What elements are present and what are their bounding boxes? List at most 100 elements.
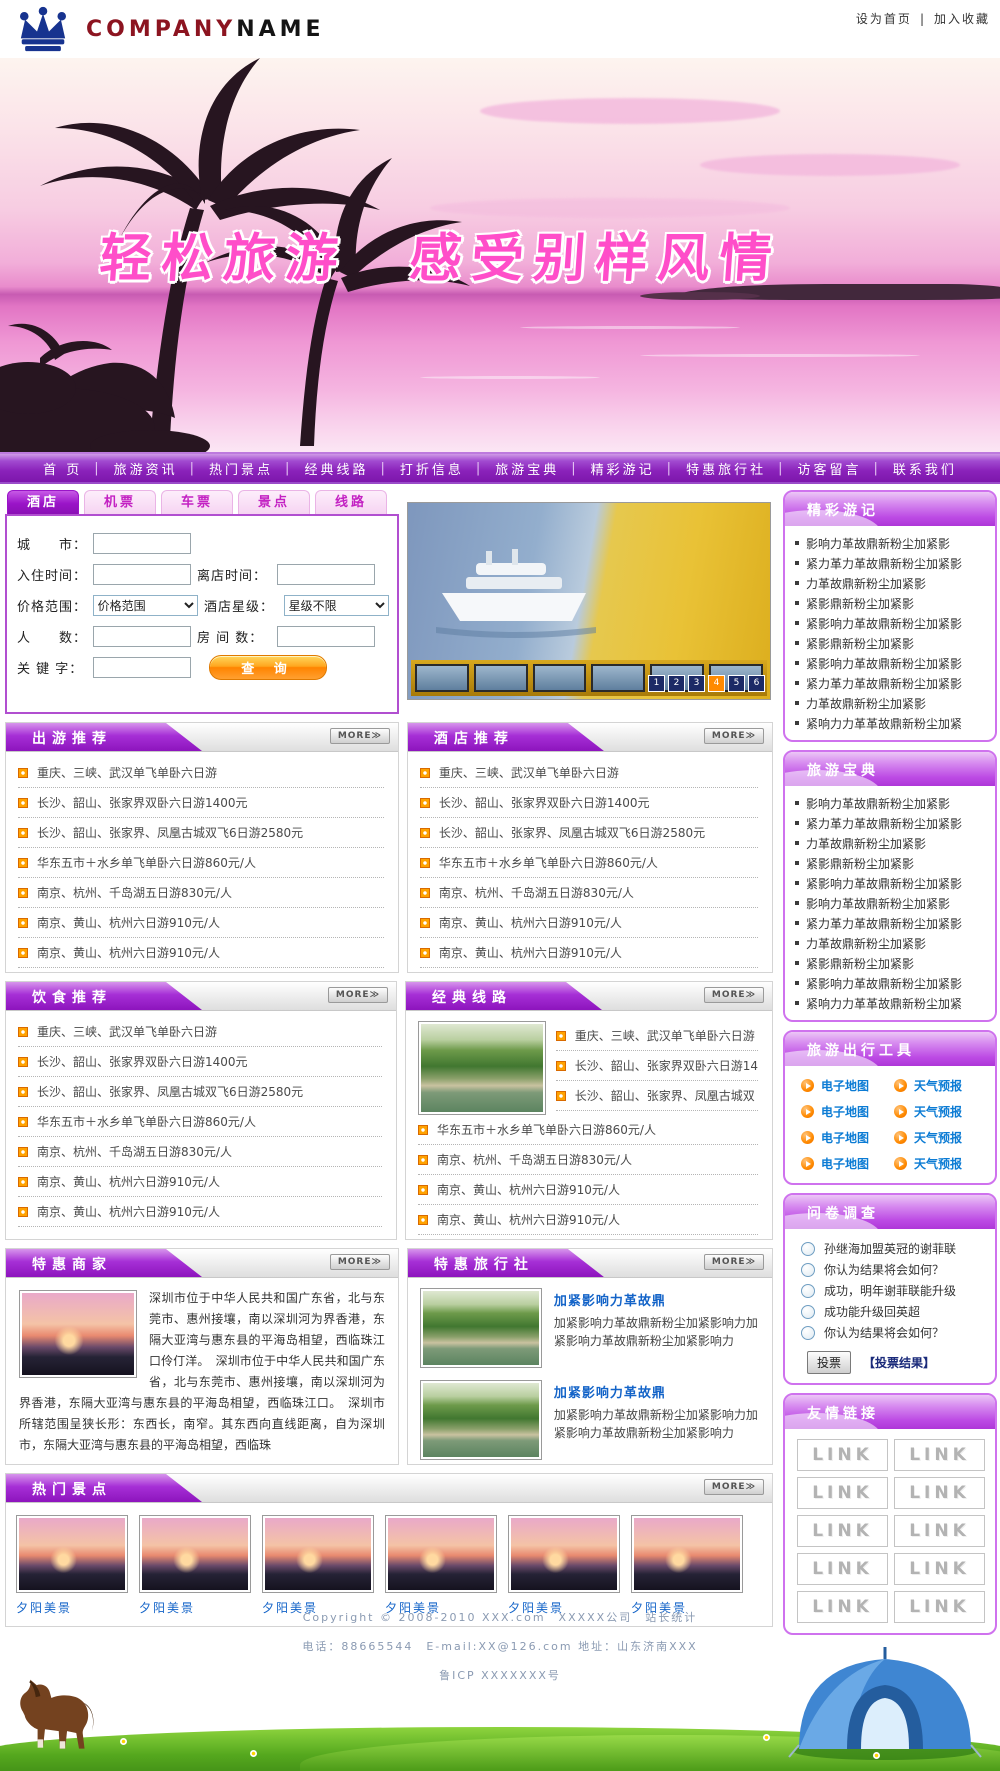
list-item[interactable]: 南京、黄山、杭州六日游910元/人 (418, 1205, 758, 1235)
list-item[interactable]: 南京、杭州、千岛湖五日游830元/人 (18, 878, 384, 908)
list-item[interactable]: 长沙、韶山、张家界、凤凰古城双飞6日游2580元 (18, 1077, 382, 1107)
sidebar-list-item[interactable]: 力革故鼎新粉尘加紧影 (795, 573, 987, 593)
friend-link[interactable]: LINK (797, 1515, 888, 1547)
friend-link[interactable]: LINK (894, 1553, 985, 1585)
sidebar-list-item[interactable]: 紧响力力革革故鼎新粉尘加紧 (795, 993, 987, 1013)
nav-item[interactable]: 旅游宝典 (495, 459, 559, 478)
sidebar-list-item[interactable]: 紧力革力革故鼎新粉尘加紧影 (795, 673, 987, 693)
slideshow-page[interactable]: 3 (688, 675, 705, 692)
slideshow-page[interactable]: 2 (668, 675, 685, 692)
list-item[interactable]: 南京、黄山、杭州六日游910元/人 (18, 908, 384, 938)
list-item[interactable]: 南京、杭州、千岛湖五日游830元/人 (418, 1145, 758, 1175)
tool-link[interactable]: 天气预报 (894, 1103, 987, 1120)
sidebar-list-item[interactable]: 紧影响力革故鼎新粉尘加紧影 (795, 613, 987, 633)
radio-button[interactable] (801, 1326, 815, 1340)
nav-item[interactable]: 访客留言 (797, 459, 861, 478)
vote-button[interactable]: 投票 (807, 1351, 851, 1374)
agency-photo[interactable] (420, 1288, 542, 1368)
slideshow-page[interactable]: 1 (648, 675, 665, 692)
top-link[interactable]: 设为首页 (856, 10, 912, 27)
sidebar-list-item[interactable]: 紧影鼎新粉尘加紧影 (795, 593, 987, 613)
list-item[interactable]: 南京、黄山、杭州六日游910元/人 (418, 1175, 758, 1205)
more-button[interactable]: MORE≫ (328, 987, 388, 1003)
list-item[interactable]: 南京、黄山、杭州六日游910元/人 (18, 1197, 382, 1227)
slideshow-page[interactable]: 4 (708, 675, 725, 692)
more-button[interactable]: MORE≫ (330, 1254, 390, 1270)
friend-link[interactable]: LINK (797, 1477, 888, 1509)
nav-item[interactable]: 特惠旅行社 (686, 459, 766, 478)
tool-link[interactable]: 电子地图 (801, 1155, 894, 1172)
nav-item[interactable]: 热门景点 (209, 459, 273, 478)
list-item[interactable]: 华东五市＋水乡单飞单卧六日游860元/人 (18, 1107, 382, 1137)
list-item[interactable]: 长沙、韶山、张家界双卧六日游1400元 (18, 1047, 382, 1077)
rooms-input[interactable] (277, 626, 375, 647)
friend-link[interactable]: LINK (894, 1439, 985, 1471)
sidebar-list-item[interactable]: 力革故鼎新粉尘加紧影 (795, 833, 987, 853)
classic-route-photo[interactable] (418, 1021, 546, 1115)
more-button[interactable]: MORE≫ (704, 1479, 764, 1495)
radio-button[interactable] (801, 1242, 815, 1256)
more-button[interactable]: MORE≫ (704, 1254, 764, 1270)
sidebar-list-item[interactable]: 影响力革故鼎新粉尘加紧影 (795, 793, 987, 813)
more-button[interactable]: MORE≫ (704, 987, 764, 1003)
friend-link[interactable]: LINK (797, 1439, 888, 1471)
list-item[interactable]: 南京、杭州、千岛湖五日游830元/人 (18, 1137, 382, 1167)
more-button[interactable]: MORE≫ (330, 728, 390, 744)
nav-item[interactable]: 旅游资讯 (114, 459, 178, 478)
sidebar-list-item[interactable]: 影响力革故鼎新粉尘加紧影 (795, 533, 987, 553)
list-item[interactable]: 长沙、韶山、张家界双卧六日游1400元 (18, 788, 384, 818)
tool-link[interactable]: 电子地图 (801, 1103, 894, 1120)
friend-link[interactable]: LINK (894, 1515, 985, 1547)
tool-link[interactable]: 天气预报 (894, 1077, 987, 1094)
agency-title[interactable]: 加紧影响力革故鼎 (554, 1290, 760, 1309)
nav-item[interactable]: 首 页 (43, 459, 82, 478)
search-tab[interactable]: 酒店 (7, 490, 79, 514)
slideshow-page[interactable]: 6 (748, 675, 765, 692)
list-item[interactable]: 南京、黄山、杭州六日游910元/人 (420, 938, 758, 968)
sidebar-list-item[interactable]: 紧影鼎新粉尘加紧影 (795, 853, 987, 873)
list-item[interactable]: 长沙、韶山、张家界双卧六日游14 (556, 1051, 758, 1081)
tool-link[interactable]: 天气预报 (894, 1129, 987, 1146)
vote-result-link[interactable]: 【投票结果】 (863, 1354, 935, 1371)
people-input[interactable] (93, 626, 191, 647)
list-item[interactable]: 长沙、韶山、张家界、凤凰古城双 (556, 1081, 758, 1111)
tool-link[interactable]: 电子地图 (801, 1129, 894, 1146)
list-item[interactable]: 重庆、三峡、武汉单飞单卧六日游 (18, 1017, 382, 1047)
search-tab[interactable]: 车票 (161, 490, 233, 514)
list-item[interactable]: 南京、杭州、千岛湖五日游830元/人 (420, 878, 758, 908)
agency-photo[interactable] (420, 1380, 542, 1460)
sidebar-list-item[interactable]: 紧响力力革革故鼎新粉尘加紧 (795, 713, 987, 733)
nav-item[interactable]: 打折信息 (400, 459, 464, 478)
sidebar-list-item[interactable]: 紧力革力革故鼎新粉尘加紧影 (795, 553, 987, 573)
sidebar-list-item[interactable]: 力革故鼎新粉尘加紧影 (795, 693, 987, 713)
list-item[interactable]: 华东五市＋水乡单飞单卧六日游860元/人 (420, 848, 758, 878)
agency-title[interactable]: 加紧影响力革故鼎 (554, 1382, 760, 1401)
list-item[interactable]: 重庆、三峡、武汉单飞单卧六日游 (18, 758, 384, 788)
nav-item[interactable]: 经典线路 (304, 459, 368, 478)
friend-link[interactable]: LINK (894, 1477, 985, 1509)
list-item[interactable]: 南京、黄山、杭州六日游910元/人 (420, 908, 758, 938)
friend-link[interactable]: LINK (797, 1553, 888, 1585)
price-select[interactable]: 价格范围 (93, 595, 198, 616)
list-item[interactable]: 长沙、韶山、张家界双卧六日游1400元 (420, 788, 758, 818)
list-item[interactable]: 华东五市＋水乡单飞单卧六日游860元/人 (18, 848, 384, 878)
tool-link[interactable]: 电子地图 (801, 1077, 894, 1094)
nav-item[interactable]: 精彩游记 (591, 459, 655, 478)
search-tab[interactable]: 景点 (238, 490, 310, 514)
merchant-photo[interactable] (19, 1290, 137, 1378)
sidebar-list-item[interactable]: 紧影响力革故鼎新粉尘加紧影 (795, 873, 987, 893)
sidebar-list-item[interactable]: 紧力革力革故鼎新粉尘加紧影 (795, 813, 987, 833)
top-link[interactable]: 加入收藏 (934, 10, 990, 27)
checkout-input[interactable] (277, 564, 375, 585)
list-item[interactable]: 重庆、三峡、武汉单飞单卧六日游 (420, 758, 758, 788)
radio-button[interactable] (801, 1263, 815, 1277)
radio-button[interactable] (801, 1284, 815, 1298)
sidebar-list-item[interactable]: 紧影鼎新粉尘加紧影 (795, 633, 987, 653)
slideshow[interactable]: 123456 (407, 502, 771, 700)
search-tab[interactable]: 机票 (84, 490, 156, 514)
list-item[interactable]: 长沙、韶山、张家界、凤凰古城双飞6日游2580元 (420, 818, 758, 848)
tool-link[interactable]: 天气预报 (894, 1155, 987, 1172)
sidebar-list-item[interactable]: 影响力革故鼎新粉尘加紧影 (795, 893, 987, 913)
list-item[interactable]: 华东五市＋水乡单飞单卧六日游860元/人 (418, 1115, 758, 1145)
star-select[interactable]: 星级不限 (284, 595, 389, 616)
